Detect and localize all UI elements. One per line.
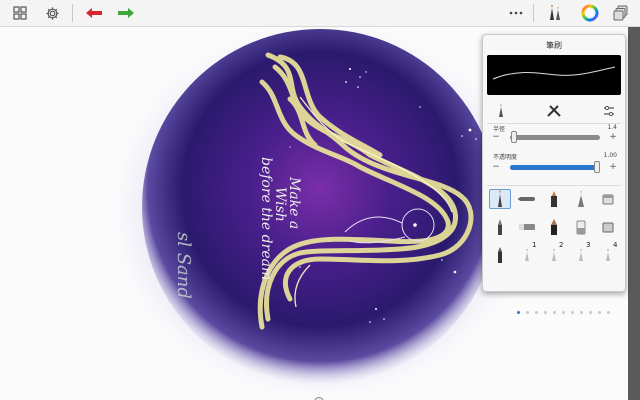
layers-icon[interactable] — [610, 2, 632, 24]
ballpoint-brush-icon[interactable] — [516, 189, 538, 209]
eraser-brush-icon[interactable] — [597, 189, 619, 209]
opacity-minus-button[interactable]: − — [492, 163, 500, 172]
divider — [487, 185, 621, 186]
page-dot[interactable] — [571, 311, 574, 314]
felt-tip-brush-icon[interactable] — [543, 217, 565, 237]
brush-panel: 筆刷 半徑 1.4 − + 不透明度 1.00 − + 1 2 3 4 — [482, 34, 626, 314]
page-dot[interactable] — [580, 311, 583, 314]
radius-plus-button[interactable]: + — [609, 133, 617, 142]
airbrush-icon[interactable] — [570, 189, 592, 209]
radius-value: 1.4 — [607, 124, 617, 131]
opacity-slider-fill — [510, 165, 600, 170]
opacity-slider[interactable] — [510, 161, 600, 173]
soft-eraser-icon[interactable] — [570, 217, 592, 237]
brush-tabs — [483, 101, 625, 121]
page-dot[interactable] — [607, 311, 610, 314]
page-dot[interactable] — [562, 311, 565, 314]
right-edge-strip — [628, 27, 640, 400]
opacity-slider-thumb[interactable] — [594, 161, 600, 173]
color-wheel-icon[interactable] — [579, 2, 601, 24]
brush-library-icon[interactable] — [544, 2, 566, 24]
art-text-line-3: before the dream — [258, 157, 274, 280]
page-dot[interactable] — [553, 311, 556, 314]
brush-page-indicator[interactable] — [483, 311, 625, 317]
page-dot[interactable] — [589, 311, 592, 314]
brush-tools-icon[interactable] — [546, 103, 562, 119]
artist-signature: sl Sand — [173, 232, 194, 299]
brush-properties-icon[interactable] — [493, 103, 509, 119]
slot-number-3: 3 — [586, 241, 591, 249]
paint-brush-icon[interactable] — [489, 217, 511, 237]
pencil-brush-icon[interactable] — [489, 189, 511, 209]
page-dot[interactable] — [535, 311, 538, 314]
redo-icon[interactable] — [115, 2, 137, 24]
radius-slider-thumb[interactable] — [510, 131, 517, 143]
toolbar-separator — [533, 4, 534, 22]
page-dot[interactable] — [598, 311, 601, 314]
page-dot[interactable] — [517, 311, 520, 314]
more-icon[interactable] — [505, 2, 527, 24]
main-toolbar — [0, 0, 640, 27]
radius-slider[interactable] — [510, 131, 600, 143]
opacity-value: 1.00 — [603, 152, 617, 159]
slot-number-1: 1 — [532, 241, 537, 249]
gear-icon[interactable] — [41, 2, 63, 24]
opacity-label: 不透明度 — [493, 154, 518, 161]
marker-brush-icon[interactable] — [543, 189, 565, 209]
hard-eraser-icon[interactable] — [516, 217, 538, 237]
ink-pen-icon[interactable] — [489, 245, 511, 265]
undo-icon[interactable] — [83, 2, 105, 24]
grid-icon[interactable] — [9, 2, 31, 24]
radius-minus-button[interactable]: − — [492, 133, 500, 142]
page-dot[interactable] — [526, 311, 529, 314]
smudge-brush-icon[interactable] — [597, 217, 619, 237]
opacity-plus-button[interactable]: + — [609, 163, 617, 172]
toolbar-separator — [72, 4, 73, 22]
panel-title: 筆刷 — [546, 41, 562, 50]
slot-number-4: 4 — [613, 241, 618, 249]
page-dot[interactable] — [544, 311, 547, 314]
slot-number-2: 2 — [559, 241, 564, 249]
brush-settings-icon[interactable] — [601, 103, 617, 119]
brush-stroke-preview — [487, 55, 621, 95]
